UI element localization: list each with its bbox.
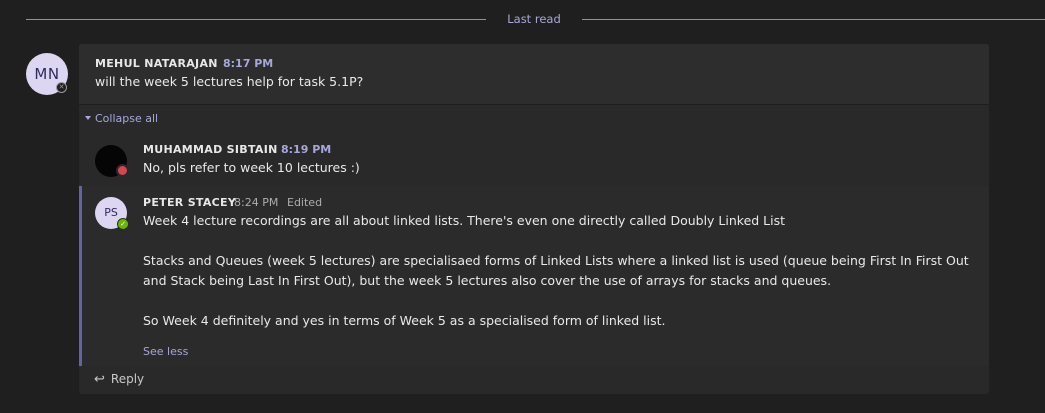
see-less-link[interactable]: See less — [143, 345, 188, 358]
chat-thread: Last read MN ✕ MEHUL NATARAJAN 8:17 PM w… — [0, 0, 1045, 413]
reply-paragraph: Stacks and Queues (week 5 lectures) are … — [143, 253, 969, 268]
reply-text: No, pls refer to week 10 lectures :) — [143, 160, 360, 175]
message-text: will the week 5 lectures help for task 5… — [95, 74, 364, 89]
message-timestamp: 8:17 PM — [223, 57, 274, 70]
reply-button[interactable]: ↩ Reply — [94, 372, 144, 387]
last-read-divider-line-left — [26, 19, 486, 20]
collapse-all-button[interactable]: Collapse all — [85, 112, 158, 125]
reply-author[interactable]: PETER STACEY — [143, 196, 236, 209]
reply-paragraph: and Stack being Last In First Out), but … — [143, 273, 832, 288]
offline-presence-icon: ✕ — [56, 82, 67, 93]
reply-paragraph: Week 4 lecture recordings are all about … — [143, 213, 786, 228]
message-author[interactable]: MEHUL NATARAJAN — [95, 57, 218, 70]
collapse-all-label: Collapse all — [95, 112, 159, 125]
available-presence-icon: ✓ — [117, 218, 129, 230]
busy-presence-icon — [116, 164, 129, 177]
reply-timestamp: 8:24 PM — [234, 196, 279, 209]
reply-accent-bar — [79, 186, 82, 366]
edited-label: Edited — [287, 196, 323, 209]
reply-author[interactable]: MUHAMMAD SIBTAIN — [143, 143, 278, 156]
caret-down-icon — [85, 116, 91, 120]
last-read-label: Last read — [507, 12, 561, 26]
last-read-divider-line-right — [582, 19, 1045, 20]
reply-label: Reply — [110, 372, 145, 386]
reply-paragraph: So Week 4 definitely and yes in terms of… — [143, 313, 666, 328]
reply-arrow-icon: ↩ — [94, 372, 105, 387]
reply-timestamp: 8:19 PM — [281, 143, 332, 156]
